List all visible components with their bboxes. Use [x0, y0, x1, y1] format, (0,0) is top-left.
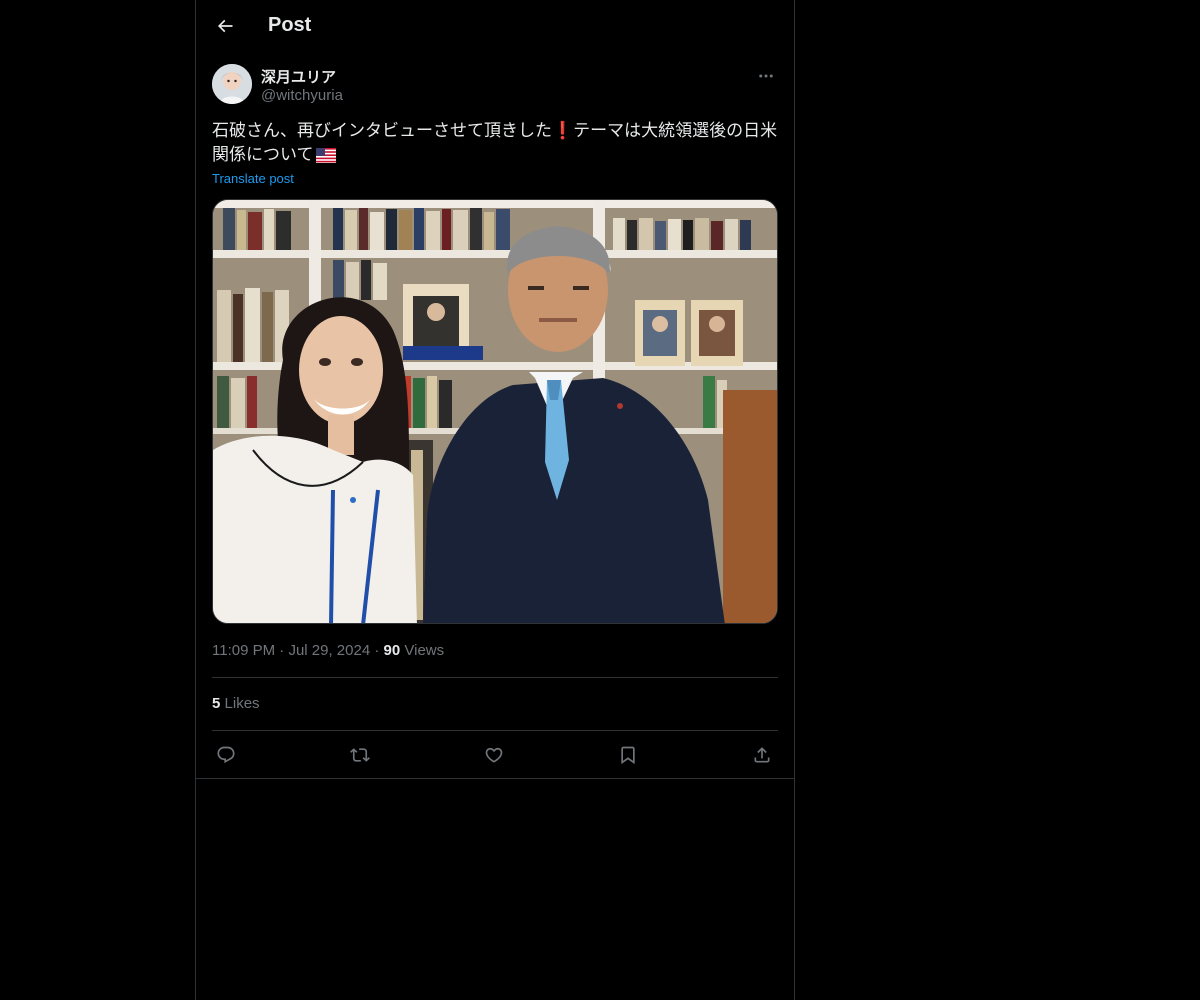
post-time[interactable]: 11:09 PM	[212, 642, 275, 659]
post-date[interactable]: Jul 29, 2024	[288, 642, 370, 659]
page-header: Post	[196, 0, 794, 54]
views-label: Views	[404, 642, 445, 659]
author-handle[interactable]: @witchyuria	[261, 87, 343, 104]
author-display-name[interactable]: 深月ユリア	[261, 66, 336, 87]
share-icon	[754, 747, 770, 763]
post-photo[interactable]	[212, 199, 778, 624]
divider	[196, 778, 794, 779]
repost-button[interactable]	[346, 741, 374, 769]
post-author: 深月ユリア @witchyuria	[212, 64, 778, 108]
views-count: 90	[383, 642, 401, 659]
more-options-button[interactable]	[754, 64, 778, 88]
bookmark-icon	[621, 746, 635, 765]
page-title: Post	[268, 14, 312, 36]
avatar[interactable]	[212, 64, 252, 104]
share-button[interactable]	[748, 741, 776, 769]
meta-separator-1: ·	[279, 642, 285, 659]
primary-column: Post 深月ユリア @witchyuria 石破さん、再びインタビューさせて頂…	[195, 0, 795, 1000]
post-meta: 11:09 PM · Jul 29, 2024 · 90 Views	[212, 642, 444, 659]
bookmark-button[interactable]	[614, 741, 642, 769]
translate-post-link[interactable]: Translate post	[212, 171, 294, 186]
exclamation-emoji: ❗	[552, 121, 574, 141]
post-actions	[212, 741, 778, 769]
divider	[212, 677, 778, 678]
reply-button[interactable]	[212, 741, 240, 769]
likes-stat[interactable]: 5 Likes	[212, 695, 260, 712]
us-flag-icon	[315, 146, 336, 170]
divider	[212, 730, 778, 731]
repost-icon	[350, 748, 370, 762]
back-button[interactable]	[208, 9, 242, 43]
likes-count: 5	[212, 695, 221, 712]
arrow-left-icon	[217, 19, 233, 33]
like-button[interactable]	[480, 741, 508, 769]
post-text: 石破さん、再びインタビューさせて頂きした❗テーマは大統領選後の日米関係について	[212, 119, 778, 170]
reply-icon	[217, 746, 235, 764]
post-text-part1: 石破さん、再びインタビューさせて頂きした	[212, 121, 552, 141]
like-icon	[485, 747, 503, 763]
likes-label: Likes	[224, 695, 260, 712]
more-horizontal-icon	[759, 74, 773, 78]
meta-separator-2: ·	[374, 642, 380, 659]
